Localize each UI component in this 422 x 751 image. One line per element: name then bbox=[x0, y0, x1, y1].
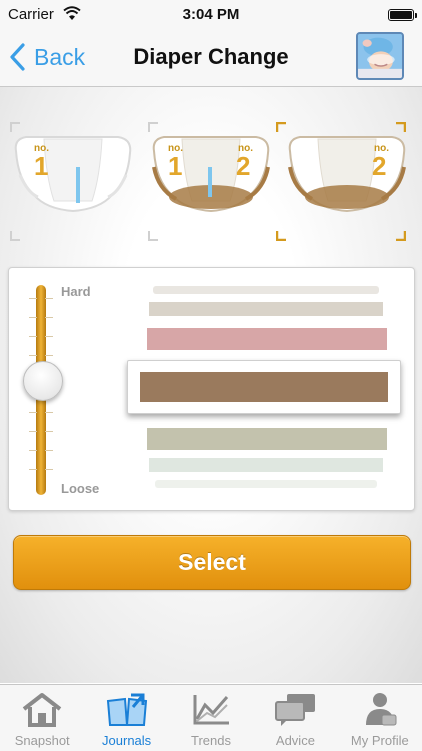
corner-mark bbox=[148, 122, 158, 132]
select-button[interactable]: Select bbox=[13, 535, 411, 590]
dirty-diaper-icon: no. 2 bbox=[288, 136, 406, 213]
tab-trends[interactable]: Trends bbox=[169, 685, 253, 751]
slider-tick bbox=[29, 355, 37, 356]
diaper-1-badge-num: 1 bbox=[34, 151, 48, 181]
tab-journals[interactable]: Journals bbox=[84, 685, 168, 751]
slider-tick bbox=[29, 412, 37, 413]
diaper-2-badge-1-num: 1 bbox=[168, 151, 182, 181]
slider-tick bbox=[29, 450, 37, 451]
slider-tick bbox=[29, 336, 37, 337]
stripe-5 bbox=[147, 428, 387, 450]
slider-tick bbox=[45, 431, 53, 432]
tab-my-profile[interactable]: My Profile bbox=[338, 685, 422, 751]
slider-tick bbox=[45, 450, 53, 451]
loose-label: Loose bbox=[61, 481, 100, 496]
diaper-2-badge-2-num: 2 bbox=[236, 151, 250, 181]
slider-tick bbox=[29, 431, 37, 432]
home-icon bbox=[22, 693, 62, 727]
tab-advice[interactable]: Advice bbox=[253, 685, 337, 751]
diaper-3-badge-num: 2 bbox=[372, 151, 386, 181]
tab-snapshot-label: Snapshot bbox=[14, 733, 70, 748]
wet-diaper-icon: no. 1 bbox=[14, 136, 132, 213]
trends-icon bbox=[193, 695, 230, 725]
tab-my-profile-label: My Profile bbox=[350, 733, 409, 748]
baby-photo bbox=[358, 34, 402, 78]
advice-icon bbox=[275, 694, 316, 726]
selected-stripe-frame[interactable] bbox=[127, 360, 401, 414]
tab-trends-label: Trends bbox=[191, 733, 231, 748]
content-area: no. 1 no. 1 no. 2 no. 2 Hard Loose Selec… bbox=[0, 87, 422, 683]
slider-tick bbox=[45, 355, 53, 356]
diaper-option-both[interactable]: no. 1 no. 2 bbox=[148, 117, 274, 243]
profile-icon bbox=[365, 693, 397, 726]
corner-mark bbox=[10, 231, 20, 241]
stripe-3 bbox=[147, 328, 387, 350]
status-bar: Carrier 3:04 PM bbox=[0, 0, 422, 30]
tab-bar: Snapshot Journals Trends Advice My Profi… bbox=[0, 684, 422, 751]
diaper-type-picker: no. 1 no. 1 no. 2 no. 2 bbox=[0, 117, 422, 247]
status-time: 3:04 PM bbox=[182, 6, 240, 23]
tab-journals-label: Journals bbox=[102, 733, 152, 748]
selection-corner bbox=[396, 122, 406, 132]
wet-and-dirty-diaper-icon: no. 1 no. 2 bbox=[152, 136, 270, 213]
slider-tick bbox=[45, 298, 53, 299]
tab-advice-label: Advice bbox=[275, 733, 315, 748]
stripe-1 bbox=[153, 286, 379, 294]
stripe-2 bbox=[149, 302, 383, 316]
diaper-option-wet[interactable]: no. 1 bbox=[10, 117, 136, 243]
slider-tick bbox=[29, 469, 37, 470]
baby-avatar[interactable] bbox=[356, 32, 404, 80]
consistency-slider-knob[interactable] bbox=[23, 360, 63, 401]
selection-corner bbox=[396, 231, 406, 241]
corner-mark bbox=[148, 231, 158, 241]
corner-mark bbox=[10, 122, 20, 132]
tab-snapshot[interactable]: Snapshot bbox=[0, 685, 84, 751]
battery-icon bbox=[388, 9, 417, 21]
hard-label: Hard bbox=[61, 284, 91, 299]
slider-tick bbox=[45, 469, 53, 470]
slider-tick bbox=[45, 336, 53, 337]
consistency-panel: Hard Loose bbox=[8, 267, 415, 511]
stripe-7 bbox=[155, 480, 377, 488]
stripe-6 bbox=[149, 458, 383, 472]
selected-stripe bbox=[140, 372, 388, 402]
journal-icon bbox=[106, 693, 147, 726]
slider-tick bbox=[45, 412, 53, 413]
slider-tick bbox=[29, 317, 37, 318]
slider-tick bbox=[45, 317, 53, 318]
selection-corner bbox=[276, 231, 286, 241]
selected-stripe-graphic bbox=[140, 372, 388, 402]
navigation-bar: Back Diaper Change bbox=[0, 30, 422, 87]
selection-corner bbox=[276, 122, 286, 132]
diaper-option-dirty[interactable]: no. 2 bbox=[276, 117, 410, 243]
slider-tick bbox=[29, 298, 37, 299]
